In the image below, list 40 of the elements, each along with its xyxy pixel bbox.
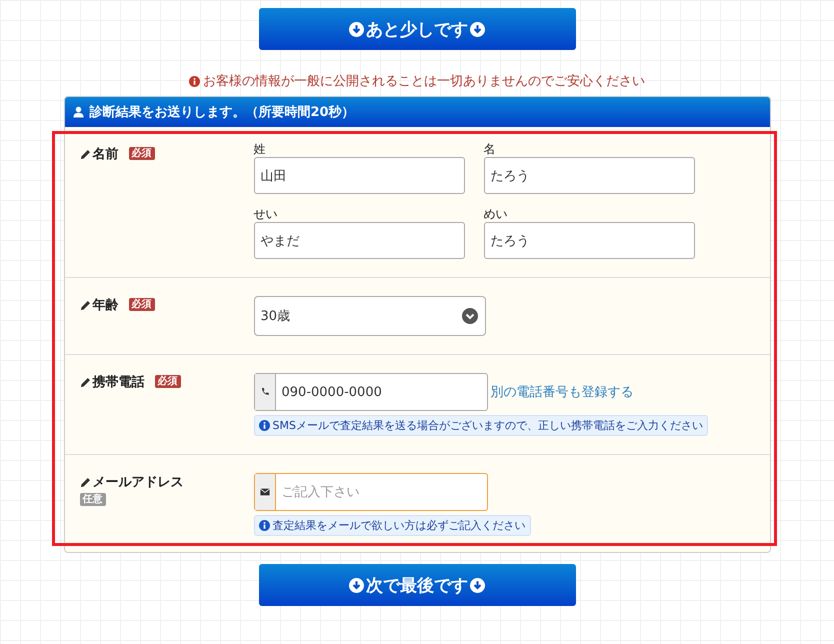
input-field[interactable]: たろう xyxy=(484,222,694,259)
input-field[interactable]: 090-0000-0000 xyxy=(254,373,488,411)
badge: 必須 xyxy=(128,147,154,160)
field-label: メールアドレス xyxy=(92,474,184,491)
field-label: 携帯電話 xyxy=(92,374,144,391)
info-icon xyxy=(258,420,270,431)
next-button[interactable]: 次で最後です xyxy=(258,564,576,606)
phone-icon xyxy=(260,387,270,397)
privacy-notice: お客様の情報が一般に公開されることは一切ありませんのでご安心ください xyxy=(203,73,645,90)
badge: 必須 xyxy=(128,298,154,311)
info-icon xyxy=(258,520,270,531)
arrow-down-circle-icon xyxy=(349,578,364,592)
input-field[interactable]: やまだ xyxy=(254,222,464,259)
add-phone-link[interactable]: 別の電話番号も登録する xyxy=(490,383,634,401)
pencil-icon xyxy=(80,300,90,310)
next-button[interactable]: あと少しです xyxy=(258,8,576,50)
pencil-icon xyxy=(80,376,90,388)
field-label: めい xyxy=(484,206,508,222)
field-label: 姓 xyxy=(254,141,266,157)
input-field[interactable]: 山田 xyxy=(254,157,464,194)
arrow-down-circle-icon xyxy=(470,578,485,592)
chevron-down-icon xyxy=(462,308,478,324)
badge: 任意 xyxy=(80,493,106,506)
pencil-icon xyxy=(80,148,90,160)
badge: 必須 xyxy=(154,375,180,388)
info-icon xyxy=(189,76,200,86)
age-dropdown[interactable]: 30歳 xyxy=(254,296,486,336)
input-field[interactable]: たろう xyxy=(484,157,694,194)
hint-text: SMSメールで査定結果を送る場合がございますので、正しい携帯電話をご入力ください xyxy=(272,418,703,433)
arrow-down-circle-icon xyxy=(349,22,364,36)
hint-text: 査定結果をメールで欲しい方は必ずご記入ください xyxy=(272,518,526,533)
field-label: 年齢 xyxy=(92,297,118,314)
panel-title: 診断結果をお送りします。（所要時間20秒） xyxy=(90,104,355,121)
envelope-icon xyxy=(260,487,270,497)
field-label: せい xyxy=(254,206,278,222)
field-label: 名前 xyxy=(92,146,118,163)
pencil-icon xyxy=(80,476,90,488)
user-icon xyxy=(72,106,84,118)
field-label: 名 xyxy=(484,141,496,157)
arrow-down-circle-icon xyxy=(470,22,485,36)
